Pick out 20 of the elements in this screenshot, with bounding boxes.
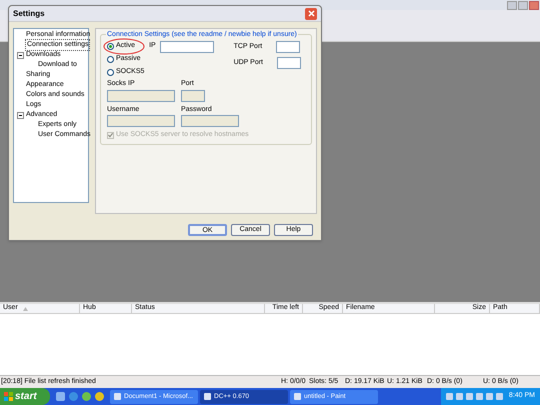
- windows-logo-icon: [4, 392, 13, 401]
- ip-field[interactable]: [160, 40, 214, 52]
- close-icon: [308, 10, 314, 17]
- sort-arrow-icon: [22, 306, 28, 310]
- radio-button[interactable]: [107, 43, 114, 50]
- close-button[interactable]: [529, 1, 539, 10]
- tcp-port-field[interactable]: [276, 41, 300, 53]
- window-title: Settings: [13, 8, 45, 20]
- app-icon: [114, 393, 121, 400]
- collapse-icon[interactable]: [17, 52, 24, 58]
- app-icon: [204, 393, 211, 400]
- app-icon: [294, 393, 301, 400]
- start-button[interactable]: start: [0, 388, 50, 405]
- minimize-button[interactable]: [507, 1, 517, 10]
- close-button[interactable]: [305, 8, 317, 20]
- radio-button[interactable]: [107, 69, 114, 76]
- restore-button[interactable]: [518, 1, 528, 10]
- radio-button[interactable]: [107, 56, 114, 63]
- udp-port-field[interactable]: [277, 57, 301, 69]
- collapse-icon[interactable]: [17, 112, 24, 118]
